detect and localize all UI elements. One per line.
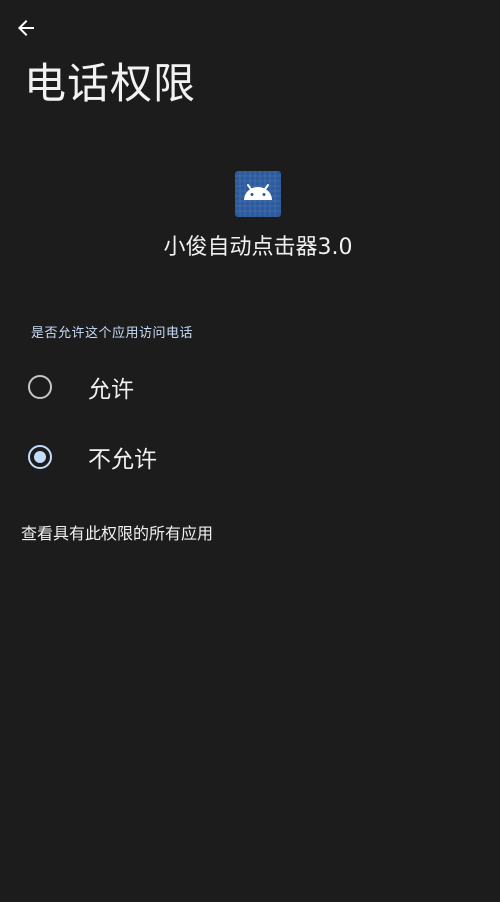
app-name: 小俊自动点击器3.0: [163, 235, 353, 260]
option-deny-label: 不允许: [88, 447, 157, 473]
arrow-left-icon: [18, 20, 34, 36]
permission-screen: 电话权限 小俊自动点击器3.0 是否允许这个应用访问电话 允许 不允许 查看具有…: [0, 0, 500, 902]
option-allow-label: 允许: [88, 377, 134, 403]
back-button[interactable]: [8, 10, 44, 46]
page-title: 电话权限: [24, 59, 197, 108]
see-all-apps-link[interactable]: 查看具有此权限的所有应用: [21, 521, 213, 547]
android-app-icon: [235, 171, 281, 217]
option-deny[interactable]: 不允许: [0, 426, 500, 488]
radio-allow[interactable]: [28, 375, 52, 399]
radio-deny[interactable]: [28, 445, 52, 469]
permission-question: 是否允许这个应用访问电话: [31, 326, 194, 341]
option-allow[interactable]: 允许: [0, 356, 500, 418]
